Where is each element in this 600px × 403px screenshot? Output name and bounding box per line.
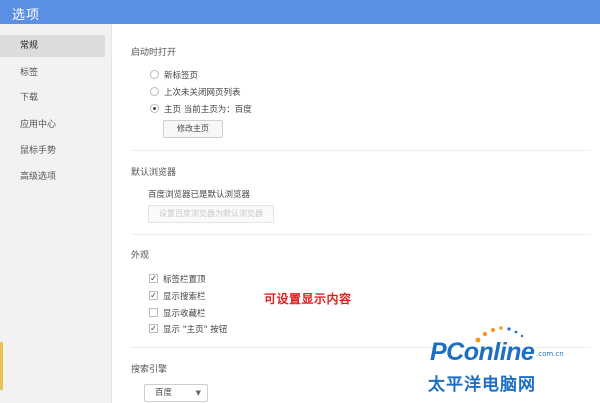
search-engine-selected-value: 百度 — [155, 388, 173, 398]
appearance-option-tabs-on-top-label: 标签栏置顶 — [163, 275, 206, 285]
appearance-option-home-button-label: 显示 "主页" 按钮 — [163, 325, 228, 335]
sidebar-item-mouse-gestures[interactable]: 鼠标手势 — [0, 140, 105, 162]
modify-homepage-button[interactable]: 修改主页 — [163, 120, 223, 138]
startup-option-new-tab-label: 新标签页 — [164, 71, 199, 81]
appearance-checkbox-home-button[interactable]: ✓ — [149, 324, 158, 333]
sidebar-item-general[interactable]: 常规 — [0, 35, 105, 57]
chevron-down-icon: ▼ — [195, 389, 201, 397]
appearance-checkbox-bookmarks-bar[interactable] — [149, 308, 158, 317]
default-browser-status: 百度浏览器已是默认浏览器 — [148, 190, 251, 200]
startup-radio-new-tab[interactable] — [150, 70, 159, 79]
startup-option-last-session-label: 上次未关闭网页列表 — [164, 88, 241, 98]
divider — [131, 234, 591, 235]
appearance-option-bookmarks-bar-label: 显示收藏栏 — [163, 309, 206, 319]
sidebar: 常规 标签 下载 应用中心 鼠标手势 高级选项 — [0, 24, 112, 403]
pconline-watermark: PConline .com.cn 太平洋电脑网 — [420, 320, 600, 403]
sidebar-accent — [0, 342, 3, 390]
startup-radio-homepage[interactable] — [150, 104, 159, 113]
sidebar-item-advanced[interactable]: 高级选项 — [0, 166, 105, 188]
logo-brand: PConline — [430, 338, 535, 366]
sidebar-item-app-center[interactable]: 应用中心 — [0, 114, 105, 136]
default-browser-section-title: 默认浏览器 — [131, 168, 177, 178]
appearance-section-title: 外观 — [131, 251, 150, 261]
startup-option-homepage-label: 主页 当前主页为：百度 — [164, 105, 252, 115]
logo-cn-name: 太平洋电脑网 — [428, 375, 536, 395]
title-bar: 选项 — [0, 0, 600, 24]
window-title: 选项 — [12, 8, 41, 23]
appearance-option-search-bar-label: 显示搜索栏 — [163, 292, 206, 302]
set-default-browser-button[interactable]: 设置百度浏览器为默认浏览器 — [148, 205, 274, 223]
startup-section-title: 启动时打开 — [131, 48, 177, 58]
annotation-text: 可设置显示内容 — [264, 292, 352, 306]
logo-domain: .com.cn — [536, 350, 564, 358]
search-engine-select[interactable]: 百度 ▼ — [144, 384, 208, 402]
startup-radio-last-session[interactable] — [150, 87, 159, 96]
appearance-checkbox-tabs-on-top[interactable]: ✓ — [149, 274, 158, 283]
sidebar-item-tabs[interactable]: 标签 — [0, 62, 105, 84]
appearance-checkbox-search-bar[interactable]: ✓ — [149, 291, 158, 300]
sidebar-item-downloads[interactable]: 下载 — [0, 87, 105, 109]
divider — [131, 150, 591, 151]
search-engine-section-title: 搜索引擎 — [131, 365, 168, 375]
